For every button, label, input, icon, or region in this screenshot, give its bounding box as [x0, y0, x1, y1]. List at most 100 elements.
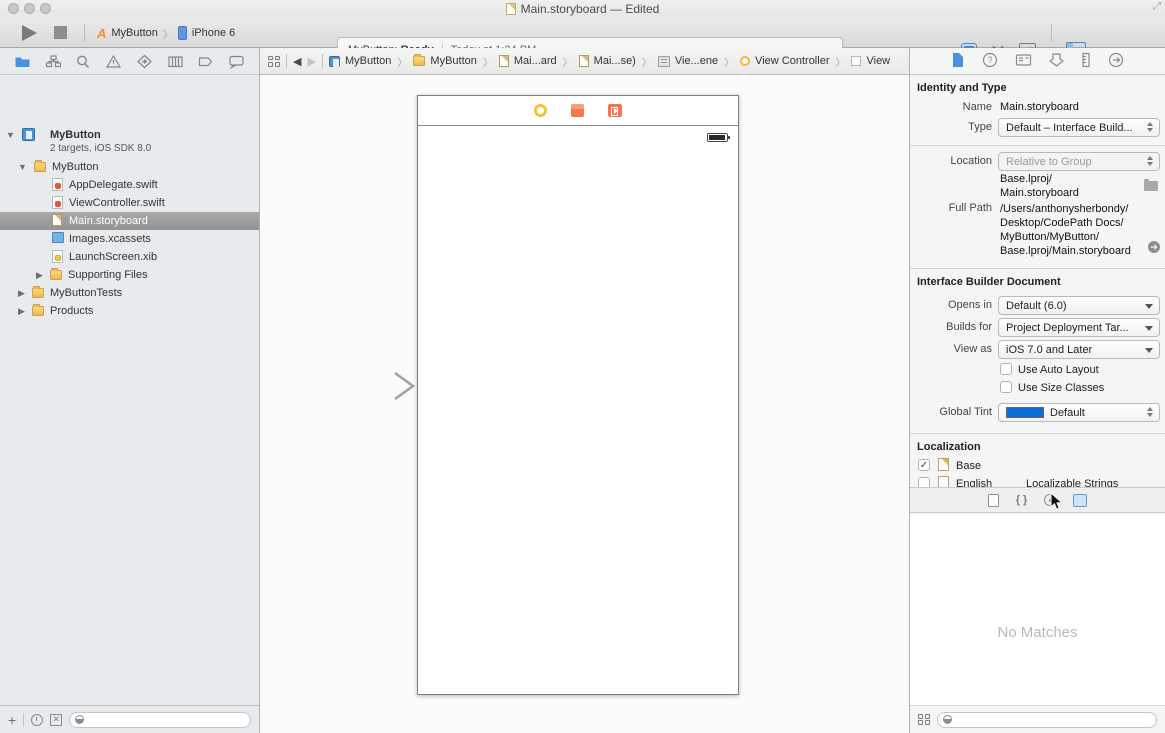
xcode-project-icon: [328, 55, 340, 67]
disclosure-triangle-icon[interactable]: ▼: [18, 158, 27, 176]
target-icon: A: [97, 25, 107, 41]
add-button[interactable]: +: [8, 712, 16, 728]
location-label: Location: [950, 155, 992, 167]
related-items-icon[interactable]: [268, 55, 280, 67]
run-button[interactable]: [22, 25, 37, 41]
opens-in-label: Opens in: [947, 299, 992, 311]
tree-row-file[interactable]: LaunchScreen.xib: [0, 248, 259, 266]
swift-file-icon: [52, 196, 63, 209]
media-library-icon[interactable]: [1073, 493, 1088, 507]
debug-navigator-icon[interactable]: [167, 54, 184, 69]
breadcrumb-project[interactable]: MyButton: [328, 55, 391, 67]
view-icon: [851, 56, 862, 66]
folder-icon[interactable]: [1144, 179, 1158, 191]
builds-for-dropdown[interactable]: Project Deployment Tar...: [998, 318, 1160, 337]
divider: [286, 54, 287, 68]
breadcrumb-view-controller[interactable]: View Controller: [740, 55, 829, 67]
fullscreen-icon[interactable]: ⤢: [1153, 1, 1161, 12]
go-to-path-icon[interactable]: ➔: [1148, 241, 1160, 253]
use-size-classes-checkbox[interactable]: [1000, 381, 1012, 393]
breadcrumb-storyboard[interactable]: Mai...ard: [498, 55, 557, 67]
library-filter-bar: [910, 705, 1165, 733]
view-as-dropdown[interactable]: iOS 7.0 and Later: [998, 340, 1160, 359]
stop-button[interactable]: [54, 26, 67, 39]
window-titlebar: Main.storyboard — Edited ⤢: [0, 0, 1165, 17]
breadcrumb-scene[interactable]: Vie...ene: [657, 55, 718, 67]
disclosure-triangle-icon[interactable]: ▶: [36, 266, 43, 284]
file-template-library-icon[interactable]: [987, 493, 999, 507]
tree-row-file[interactable]: AppDelegate.swift: [0, 176, 259, 194]
test-navigator-icon[interactable]: [136, 54, 153, 69]
navigator-panel: ▼ MyButton 2 targets, iOS SDK 8.0 ▼ MyBu…: [0, 48, 260, 733]
file-inspector-icon[interactable]: [951, 52, 965, 71]
asset-catalog-icon: [52, 232, 64, 243]
grid-view-icon[interactable]: [918, 714, 930, 725]
file-inspector-content: Identity and Type Name Main.storyboard T…: [910, 75, 1165, 487]
tree-row-file[interactable]: ViewController.swift: [0, 194, 259, 212]
connections-inspector-icon[interactable]: [1108, 52, 1124, 71]
localization-english-checkbox[interactable]: [918, 477, 930, 487]
library-tab-bar: { }: [910, 487, 1165, 513]
source-control-status-icon[interactable]: ✕: [50, 713, 63, 726]
search-navigator-icon[interactable]: [75, 54, 91, 69]
tree-row-group[interactable]: ▶ Products: [0, 302, 259, 320]
recent-files-icon[interactable]: [31, 713, 44, 726]
breadcrumb-view[interactable]: View: [851, 55, 890, 67]
initial-view-controller-arrow[interactable]: [328, 371, 420, 401]
navigator-filter-field[interactable]: [69, 711, 251, 728]
issue-navigator-icon[interactable]: [105, 54, 122, 69]
tree-row-file-selected[interactable]: Main.storyboard: [0, 212, 259, 230]
location-path: Base.lproj/ Main.storyboard: [1000, 173, 1079, 199]
view-as-label: View as: [953, 343, 992, 355]
view-controller-canvas[interactable]: [417, 95, 739, 695]
use-auto-layout-checkbox[interactable]: [1000, 363, 1012, 375]
scheme-target-label: MyButton: [111, 27, 158, 39]
identity-inspector-icon[interactable]: [1015, 53, 1032, 70]
tree-row-group[interactable]: ▶ MyButtonTests: [0, 284, 259, 302]
attributes-inspector-icon[interactable]: [1048, 52, 1065, 71]
breakpoint-navigator-icon[interactable]: [197, 54, 214, 69]
tree-row-file[interactable]: Images.xcassets: [0, 230, 259, 248]
divider: [321, 54, 323, 68]
breadcrumb-group[interactable]: MyButton: [413, 54, 477, 67]
section-header: Identity and Type: [917, 82, 1007, 94]
report-navigator-icon[interactable]: [228, 54, 245, 69]
tree-row-group[interactable]: ▼ MyButton: [0, 158, 259, 176]
code-snippet-library-icon[interactable]: { }: [1016, 494, 1028, 506]
stepper-icon: [1147, 156, 1154, 166]
quick-help-inspector-icon[interactable]: ?: [982, 52, 998, 71]
symbol-navigator-icon[interactable]: [45, 54, 62, 69]
localization-base-checkbox[interactable]: ✓: [918, 459, 930, 471]
chevron-icon: 〉: [724, 57, 735, 69]
iphone-icon: [177, 26, 187, 40]
utilities-panel: ? Identity and Type Name Main.storyboard…: [909, 48, 1165, 733]
location-dropdown[interactable]: Relative to Group: [998, 152, 1160, 171]
opens-in-dropdown[interactable]: Default (6.0): [998, 296, 1160, 315]
chevron-icon: 〉: [397, 57, 408, 69]
forward-button[interactable]: ▶: [307, 55, 315, 68]
full-path-value: /Users/anthonysherbondy/ Desktop/CodePat…: [1000, 203, 1131, 257]
storyboard-file-icon: [578, 55, 589, 67]
back-button[interactable]: ◀: [293, 55, 301, 68]
scheme-selector[interactable]: A MyButton 〉 iPhone 6: [97, 25, 235, 41]
view-controller-icon[interactable]: [534, 104, 547, 117]
main-toolbar: A MyButton 〉 iPhone 6 MyButton: Ready To…: [0, 17, 1165, 87]
tree-row-group[interactable]: ▶ Supporting Files: [0, 266, 259, 284]
library-filter-field[interactable]: [937, 711, 1157, 728]
folder-icon: [50, 268, 62, 280]
navigator-filter-bar: + ✕: [0, 705, 259, 733]
first-responder-icon[interactable]: [571, 104, 584, 117]
project-navigator-icon[interactable]: [14, 54, 31, 69]
project-row[interactable]: ▼ MyButton 2 targets, iOS SDK 8.0: [0, 126, 259, 156]
disclosure-triangle-icon[interactable]: ▼: [6, 126, 15, 144]
exit-icon[interactable]: [608, 104, 622, 117]
filter-icon: [75, 715, 85, 724]
type-dropdown[interactable]: Default – Interface Build...: [998, 118, 1160, 137]
breadcrumb-storyboard-base[interactable]: Mai...se): [578, 55, 636, 67]
global-tint-control[interactable]: Default: [998, 403, 1160, 422]
size-inspector-icon[interactable]: [1081, 52, 1091, 71]
xcode-project-icon: [22, 128, 35, 141]
tint-color-swatch[interactable]: [1006, 407, 1044, 418]
disclosure-triangle-icon[interactable]: ▶: [18, 284, 25, 302]
disclosure-triangle-icon[interactable]: ▶: [18, 302, 25, 320]
